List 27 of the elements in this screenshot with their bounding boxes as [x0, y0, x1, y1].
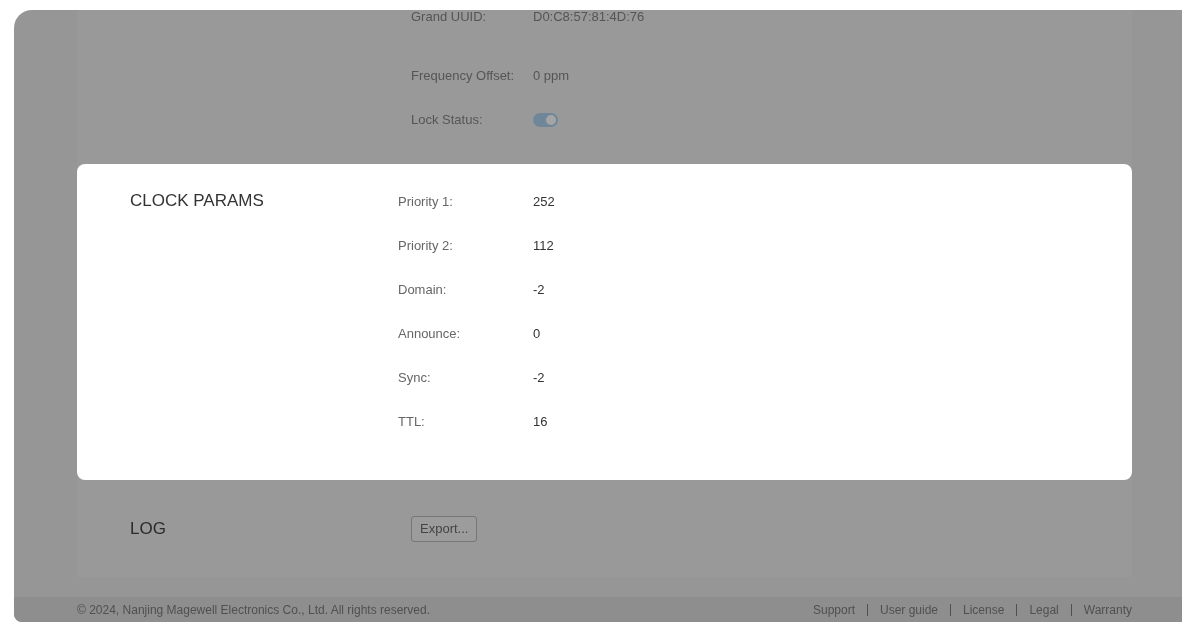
footer-link[interactable]: Warranty	[1083, 600, 1132, 619]
field-label: Sync:	[398, 369, 432, 388]
field-label: Frequency Offset:	[411, 67, 516, 86]
footer-link[interactable]: Support	[812, 600, 855, 619]
footer-link[interactable]: Legal	[1029, 600, 1059, 619]
field-value: 112	[533, 237, 554, 256]
copyright-text: © 2024, Nanjing Magewell Electronics Co., Ltd. All rights reserved.	[77, 601, 430, 619]
field-value: D0:C8:57:81:4D:76	[533, 10, 645, 27]
field-label: Lock Status:	[411, 111, 484, 130]
field-value: 16	[533, 413, 548, 432]
footer-link[interactable]: User guide	[880, 600, 938, 619]
field-value: 0 ppm	[533, 67, 570, 86]
field-label: Priority 1:	[398, 193, 454, 212]
field-value: -2	[533, 281, 545, 300]
export-button[interactable]: Export...	[411, 515, 478, 542]
section-title: CLOCK PARAMS	[130, 190, 265, 212]
footer-link[interactable]: License	[963, 600, 1005, 619]
field-value: -2	[533, 369, 545, 388]
field-value: 0	[533, 325, 541, 344]
field-label: TTL:	[398, 413, 426, 432]
field-label: Priority 2:	[398, 237, 454, 256]
section-title: LOG	[130, 518, 166, 538]
field-value: 252	[533, 193, 555, 212]
field-label: Grand UUID:	[411, 10, 488, 27]
field-label: Announce:	[398, 325, 462, 344]
field-label: Domain:	[398, 281, 448, 300]
lock-status-toggle[interactable]	[533, 113, 558, 127]
